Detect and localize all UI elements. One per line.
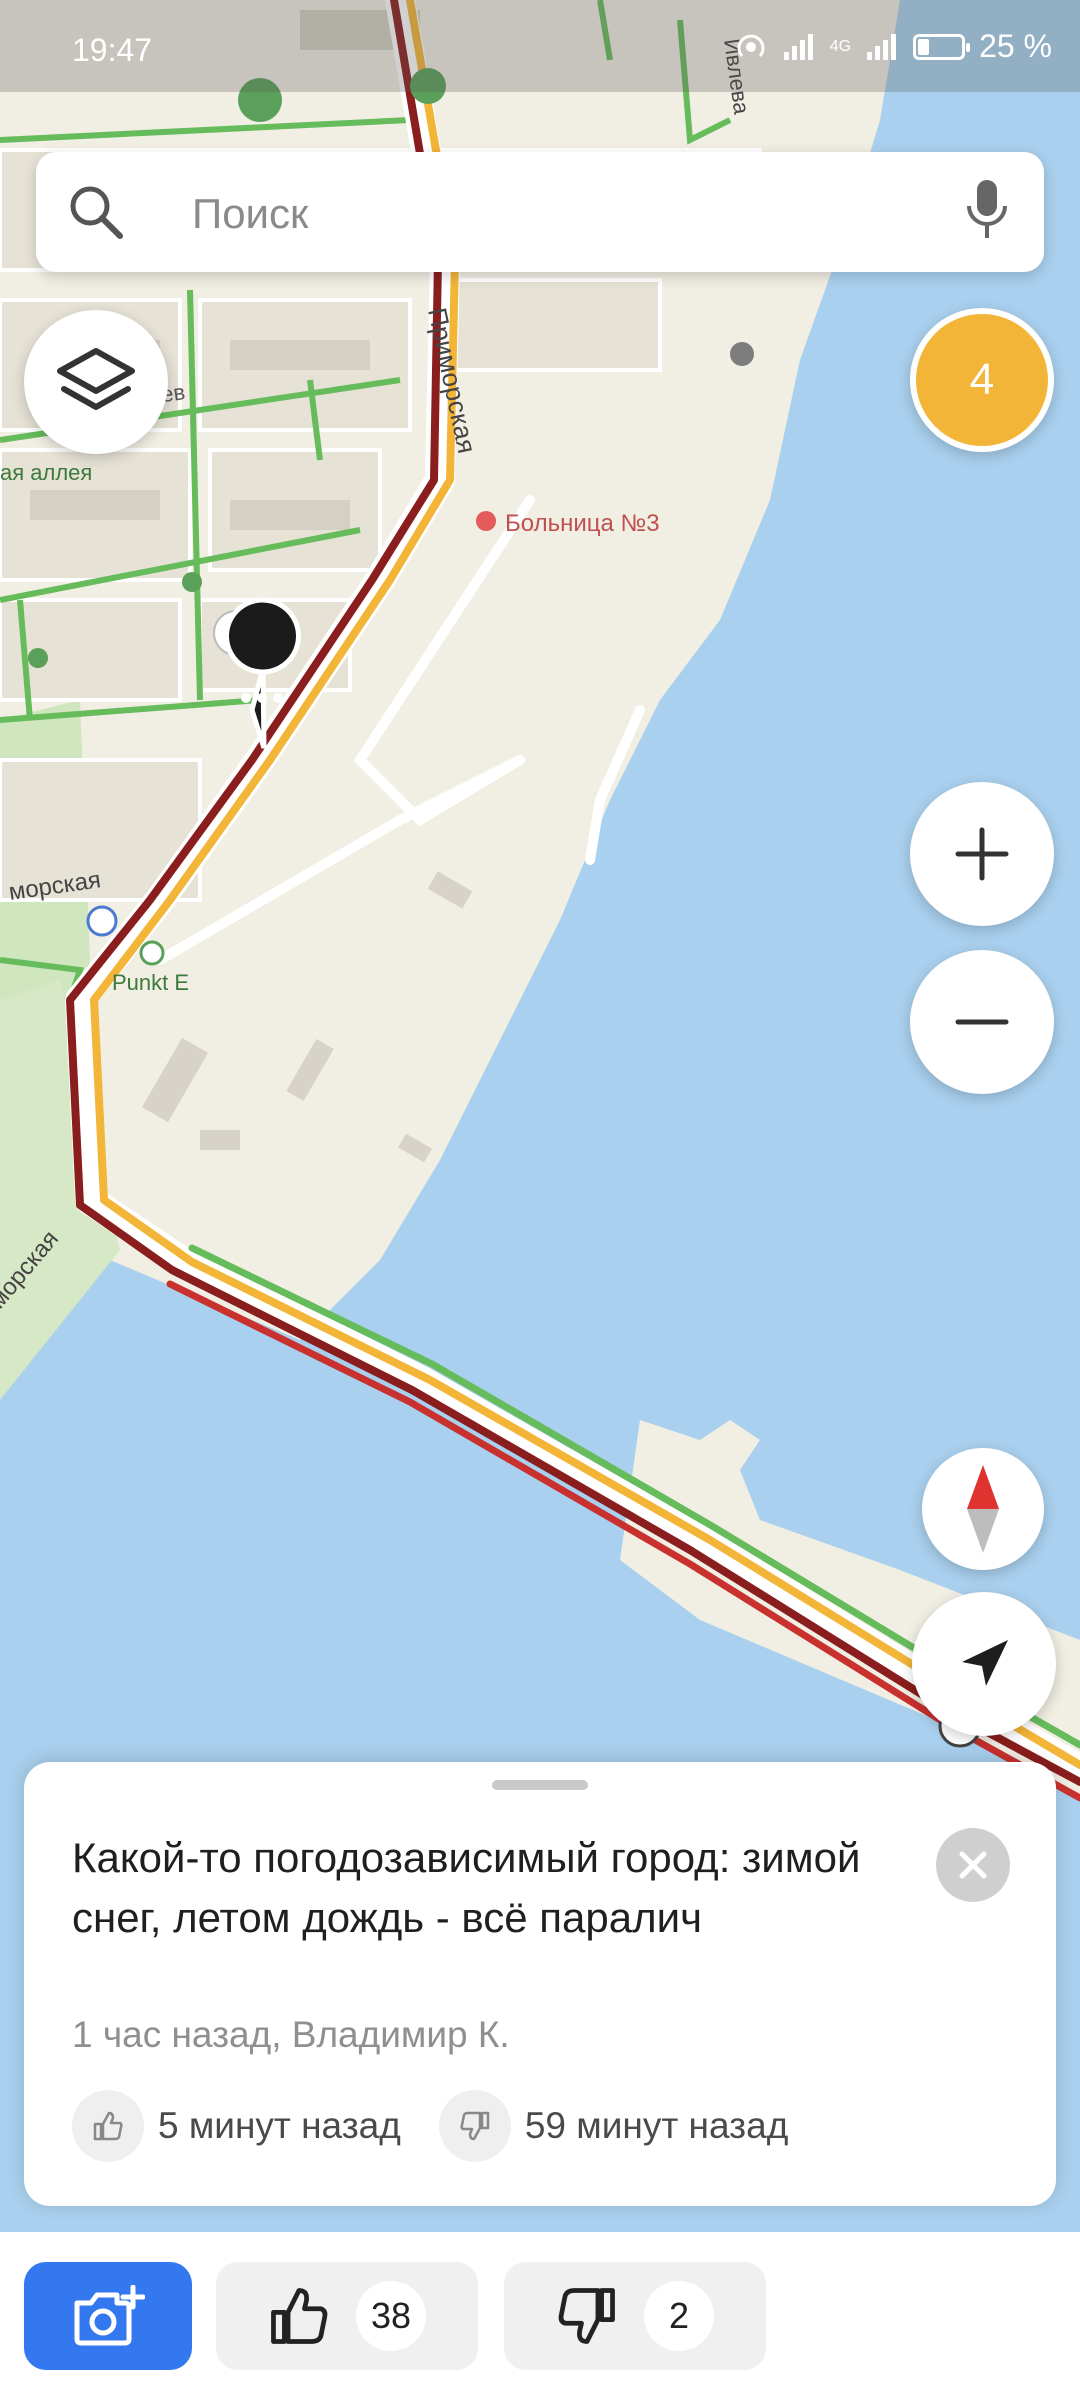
microphone-icon[interactable]	[962, 178, 1012, 244]
status-bar: 19:47 4G 25 %	[0, 0, 1080, 92]
status-time: 19:47	[72, 32, 153, 68]
like-time: 5 минут назад	[158, 2105, 401, 2146]
zoom-in-button[interactable]	[910, 782, 1054, 926]
events-count-button[interactable]: 4	[910, 308, 1054, 452]
minus-icon	[955, 1019, 1009, 1025]
layers-button[interactable]	[24, 310, 168, 454]
compass-button[interactable]	[922, 1448, 1044, 1570]
layers-icon	[57, 348, 135, 410]
dislike-icon	[438, 2090, 511, 2162]
battery-percent: 25 %	[979, 28, 1052, 64]
camera-add-icon	[74, 2285, 145, 2346]
event-card: Какой-то погодозависимый город: зимой сн…	[24, 1762, 1056, 2206]
like-icon	[72, 2090, 144, 2162]
network-type: 4G	[829, 37, 852, 55]
dislike-count: 2	[644, 2281, 714, 2351]
search-bar[interactable]: Поиск	[36, 152, 1044, 272]
map-label-hospital: Больница №3	[505, 510, 660, 537]
dislike-button[interactable]: 2	[504, 2262, 766, 2370]
event-message: Какой-то погодозависимый город: зимой сн…	[72, 1834, 861, 1941]
signal-icon-2	[867, 33, 897, 60]
compass-icon	[967, 1465, 999, 1553]
signal-icon	[783, 33, 813, 60]
add-photo-button[interactable]	[24, 2262, 192, 2370]
thumbs-down-icon	[558, 2288, 615, 2344]
battery-icon	[913, 33, 971, 60]
drag-handle[interactable]	[492, 1780, 588, 1790]
zoom-out-button[interactable]	[910, 950, 1054, 1094]
close-button[interactable]	[936, 1828, 1010, 1902]
search-icon	[70, 186, 123, 239]
navigation-arrow-icon	[962, 1640, 1008, 1686]
map-label-punkt: Punkt E	[112, 970, 189, 995]
status-icons: 4G 25 %	[734, 28, 1052, 65]
search-placeholder[interactable]: Поиск	[192, 190, 308, 238]
event-meta: 1 час назад, Владимир К.	[72, 2014, 510, 2055]
map-label-alley: ая аллея	[0, 460, 92, 485]
like-button[interactable]: 38	[216, 2262, 478, 2370]
bottom-action-bar: 38 2	[0, 2232, 1080, 2400]
plus-icon	[955, 827, 1009, 881]
reactions-row: 5 минут назад 59 минут назад	[72, 2090, 788, 2162]
close-icon	[959, 1851, 987, 1879]
thumbs-up-icon	[271, 2288, 328, 2344]
like-count: 38	[356, 2281, 426, 2351]
my-location-button[interactable]	[912, 1592, 1056, 1736]
dislike-time: 59 минут назад	[524, 2105, 789, 2146]
hotspot-icon	[737, 34, 765, 57]
